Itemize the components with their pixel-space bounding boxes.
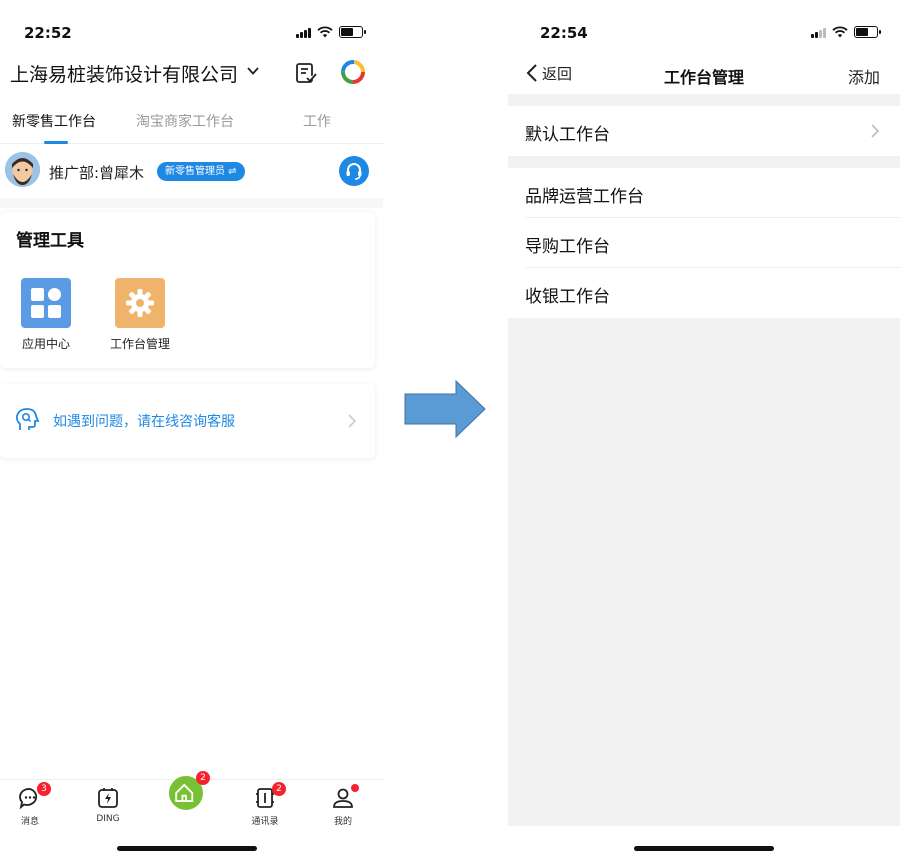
profile-label: 我的 — [333, 817, 352, 827]
header-bar: 上海易桩装饰设计有限公司 — [10, 58, 369, 90]
tools-card-title: 管理工具 — [16, 231, 84, 251]
user-name: 推广部:曾犀木 — [49, 164, 145, 182]
messages-label: 消息 — [20, 817, 39, 827]
workbench-row-brand-operation[interactable]: 品牌运营工作台 — [508, 168, 900, 218]
add-button[interactable]: 添加 — [848, 64, 880, 88]
tab-work[interactable]: 工作 — [303, 111, 331, 131]
status-icons — [811, 26, 881, 38]
status-time: 22:52 — [24, 24, 72, 42]
nav-bar: 返回 工作台管理 添加 — [508, 56, 900, 94]
workbench-row-cashier[interactable]: 收银工作台 — [508, 268, 900, 318]
contacts-label: 通讯录 — [251, 817, 279, 827]
wifi-icon — [317, 26, 333, 38]
ding-icon — [96, 786, 120, 810]
home-indicator — [117, 846, 257, 851]
role-switch-badge[interactable]: 新零售管理员 ⇌ — [157, 162, 245, 181]
status-icons — [296, 26, 366, 38]
section-separator — [508, 156, 900, 168]
headset-icon — [346, 163, 362, 180]
cellular-signal-icon — [296, 27, 311, 38]
workbench-label: 导购工作台 — [525, 237, 610, 257]
ding-label: DING — [96, 814, 120, 824]
status-time: 22:54 — [540, 24, 588, 42]
right-phone-screen: 22:54 返回 工作台管理 添加 默认工作台 品牌运营工作台 导购工作台 收银… — [508, 0, 900, 864]
workbench-label: 收银工作台 — [525, 287, 610, 307]
wifi-icon — [832, 26, 848, 38]
user-row: 推广部:曾犀木 新零售管理员 ⇌ — [0, 150, 383, 196]
status-bar: 22:54 — [508, 14, 900, 50]
home-indicator — [634, 846, 774, 851]
app-logo-icon[interactable] — [341, 60, 365, 84]
avatar[interactable] — [5, 152, 40, 187]
default-workbench-label: 默认工作台 — [525, 125, 610, 145]
app-center-label: 应用中心 — [21, 337, 70, 351]
cellular-signal-icon — [811, 27, 826, 38]
chevron-down-icon[interactable] — [246, 64, 260, 78]
profile-notification-dot — [351, 784, 359, 792]
tabbar-profile[interactable]: 我的 — [318, 784, 368, 827]
tab-taobao-merchant[interactable]: 淘宝商家工作台 — [136, 111, 234, 131]
gear-icon — [115, 278, 165, 328]
profile-icon — [331, 784, 359, 810]
message-icon: 3 — [18, 782, 51, 810]
battery-icon — [854, 26, 881, 38]
workbench-management-button[interactable]: 工作台管理 — [105, 278, 175, 352]
status-bar: 22:52 — [0, 14, 383, 50]
chevron-right-icon — [348, 414, 357, 428]
app-center-icon — [21, 278, 71, 328]
battery-icon — [339, 26, 366, 38]
default-workbench-row[interactable]: 默认工作台 — [508, 106, 900, 156]
help-text: 如遇到问题，请在线咨询客服 — [53, 414, 235, 430]
consult-head-icon — [15, 408, 40, 430]
tabbar-ding[interactable]: DING — [83, 786, 133, 824]
page-title: 工作台管理 — [663, 68, 744, 87]
contacts-icon: 2 — [253, 782, 286, 810]
tabbar-home-button[interactable]: 2 — [167, 771, 210, 812]
help-card[interactable]: 如遇到问题，请在线咨询客服 — [0, 384, 375, 458]
workbench-row-shopping-guide[interactable]: 导购工作台 — [508, 218, 900, 268]
app-center-button[interactable]: 应用中心 — [11, 278, 81, 352]
empty-content-area — [508, 318, 900, 826]
home-badge: 2 — [196, 771, 210, 785]
transition-arrow — [404, 380, 486, 438]
avatar-face-icon — [5, 152, 40, 187]
tab-new-retail[interactable]: 新零售工作台 — [12, 111, 96, 131]
workbench-tabs: 新零售工作台 淘宝商家工作台 工作 — [0, 106, 383, 144]
workbench-management-label: 工作台管理 — [109, 337, 170, 351]
active-tab-indicator — [44, 141, 68, 144]
bottom-tab-bar: 3 消息 DING 2 2 通讯录 我的 — [0, 771, 383, 829]
company-name[interactable]: 上海易桩装饰设计有限公司 — [10, 60, 238, 87]
todo-icon[interactable] — [295, 62, 317, 84]
section-divider — [0, 198, 383, 208]
messages-badge: 3 — [37, 782, 51, 796]
chevron-right-icon — [871, 124, 880, 138]
tabbar-messages[interactable]: 3 消息 — [5, 782, 55, 827]
customer-service-button[interactable] — [339, 156, 369, 186]
tabbar-contacts[interactable]: 2 通讯录 — [240, 782, 290, 827]
management-tools-card: 管理工具 应用中心 工作台管理 — [0, 212, 375, 368]
contacts-badge: 2 — [272, 782, 286, 796]
section-separator — [508, 94, 900, 106]
workbench-label: 品牌运营工作台 — [525, 187, 644, 207]
left-phone-screen: 22:52 上海易桩装饰设计有限公司 新零售工作台 淘宝商家工作台 工作 推广部… — [0, 0, 383, 864]
